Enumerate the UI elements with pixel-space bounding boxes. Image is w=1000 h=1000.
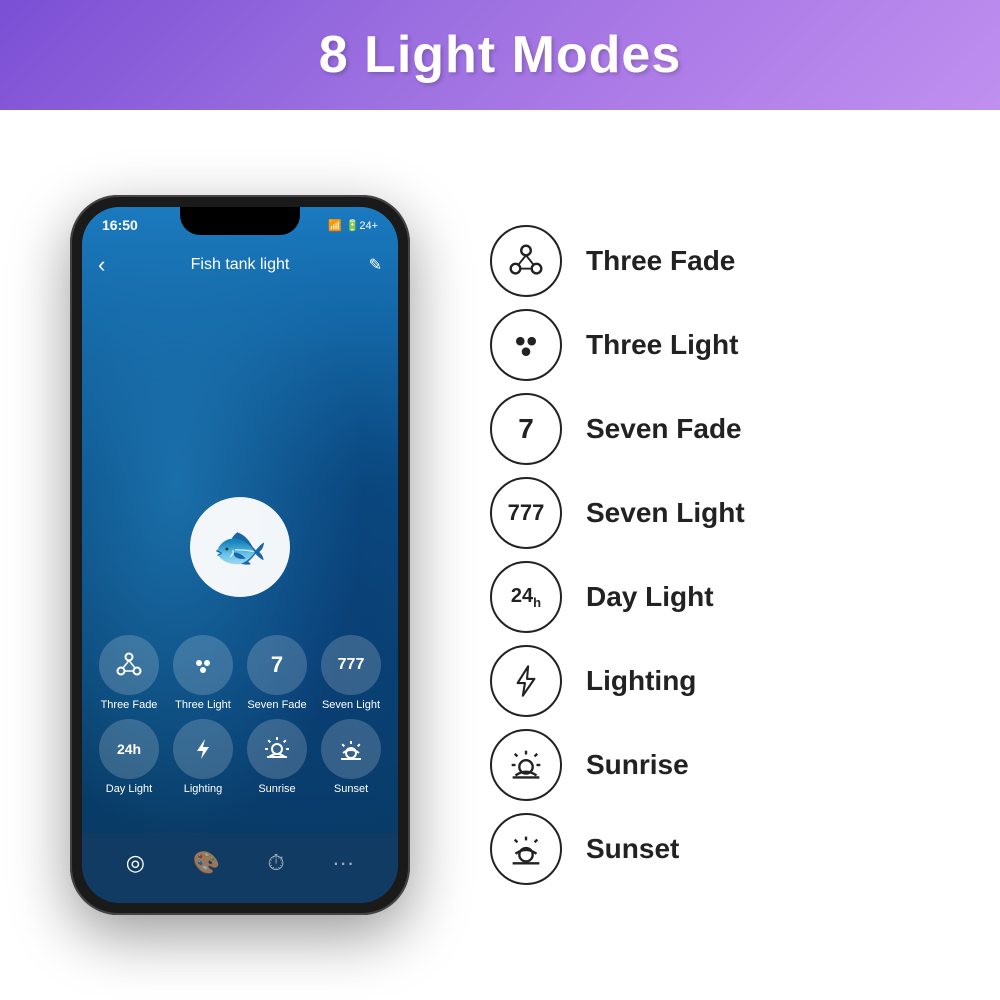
lighting-name: Lighting (586, 665, 696, 697)
seven-fade-icon-circle: 7 (490, 393, 562, 465)
three-light-name: Three Light (586, 329, 738, 361)
seven-fade-name: Seven Fade (586, 413, 742, 445)
three-fade-name: Three Fade (586, 245, 735, 277)
phone-mockup: 16:50 📶 🔋24+ ‹ Fish tank light ✎ (70, 195, 410, 915)
back-button[interactable]: ‹ (98, 252, 105, 278)
phone-screen: 16:50 📶 🔋24+ ‹ Fish tank light ✎ (82, 207, 398, 903)
three-light-circle (173, 635, 233, 695)
sunrise-label: Sunrise (258, 783, 295, 795)
seven-fade-circle: 7 (247, 635, 307, 695)
three-fade-label: Three Fade (101, 699, 158, 711)
three-light-icon-circle (490, 309, 562, 381)
seven-light-icon-circle: 777 (490, 477, 562, 549)
screen-title: Fish tank light (191, 256, 290, 274)
seven-light-label: Seven Light (322, 699, 380, 711)
wifi-icon: 📶 (328, 219, 342, 232)
header: 8 Light Modes (0, 0, 1000, 110)
mode-item-three-light: Three Light (490, 309, 950, 381)
seven-light-symbol: 777 (508, 502, 545, 524)
seven-light-name: Seven Light (586, 497, 745, 529)
status-icons: 📶 🔋24+ (328, 219, 378, 232)
sunrise-icon-circle (490, 729, 562, 801)
mode-btn-sunrise[interactable]: Sunrise (247, 719, 307, 795)
mode-btn-sunset[interactable]: Sunset (321, 719, 381, 795)
seven-light-circle: 777 (321, 635, 381, 695)
sunset-icon-circle (490, 813, 562, 885)
phone-notch (180, 207, 300, 235)
three-light-label: Three Light (175, 699, 231, 711)
sunset-name: Sunset (586, 833, 679, 865)
lighting-icon-circle (490, 645, 562, 717)
timer-nav-icon[interactable]: ⏱ (267, 850, 284, 876)
phone-section: 16:50 📶 🔋24+ ‹ Fish tank light ✎ (30, 130, 450, 980)
seven-fade-symbol: 7 (518, 415, 534, 443)
mode-item-lighting: Lighting (490, 645, 950, 717)
lighting-label: Lighting (184, 783, 223, 795)
day-light-circle: 24h (99, 719, 159, 779)
mode-item-day-light: 24h Day Light (490, 561, 950, 633)
three-fade-icon-circle (490, 225, 562, 297)
status-time: 16:50 (102, 217, 138, 233)
lighting-circle (173, 719, 233, 779)
mode-item-sunset: Sunset (490, 813, 950, 885)
more-nav-icon[interactable]: ··· (332, 850, 354, 876)
seven-fade-label: Seven Fade (247, 699, 306, 711)
palette-nav-icon[interactable]: 🎨 (193, 850, 220, 876)
modes-list: Three Fade Three Light 7 Seven Fade 77 (470, 130, 970, 980)
mode-btn-three-fade[interactable]: Three Fade (99, 635, 159, 711)
mode-item-seven-fade: 7 Seven Fade (490, 393, 950, 465)
sunrise-circle (247, 719, 307, 779)
day-light-symbol: 24h (511, 586, 541, 609)
mode-btn-seven-fade[interactable]: 7 Seven Fade (247, 635, 307, 711)
day-light-icon-circle: 24h (490, 561, 562, 633)
mode-item-sunrise: Sunrise (490, 729, 950, 801)
day-light-name: Day Light (586, 581, 714, 613)
center-icon-symbol: 🐟 (213, 521, 268, 573)
mode-btn-lighting[interactable]: Lighting (173, 719, 233, 795)
mode-item-three-fade: Three Fade (490, 225, 950, 297)
main-content: 16:50 📶 🔋24+ ‹ Fish tank light ✎ (0, 110, 1000, 1000)
mode-btn-day-light[interactable]: 24h Day Light (99, 719, 159, 795)
three-fade-circle (99, 635, 159, 695)
mode-row-2: 24h Day Light Lighting (92, 719, 388, 795)
bottom-nav: ◎ 🎨 ⏱ ··· (82, 833, 398, 903)
nav-bar: ‹ Fish tank light ✎ (82, 243, 398, 287)
mode-grid: Three Fade Three Li (82, 635, 398, 803)
mode-btn-seven-light[interactable]: 777 Seven Light (321, 635, 381, 711)
sunset-circle (321, 719, 381, 779)
mode-row-1: Three Fade Three Li (92, 635, 388, 711)
center-mode-icon[interactable]: 🐟 (190, 497, 290, 597)
home-nav-icon[interactable]: ◎ (126, 850, 145, 876)
mode-btn-three-light[interactable]: Three Light (173, 635, 233, 711)
battery-icon: 🔋24+ (346, 219, 378, 232)
sunrise-name: Sunrise (586, 749, 689, 781)
day-light-label: Day Light (106, 783, 152, 795)
page-title: 8 Light Modes (319, 25, 682, 85)
sunset-label: Sunset (334, 783, 368, 795)
mode-item-seven-light: 777 Seven Light (490, 477, 950, 549)
edit-button[interactable]: ✎ (369, 255, 382, 275)
